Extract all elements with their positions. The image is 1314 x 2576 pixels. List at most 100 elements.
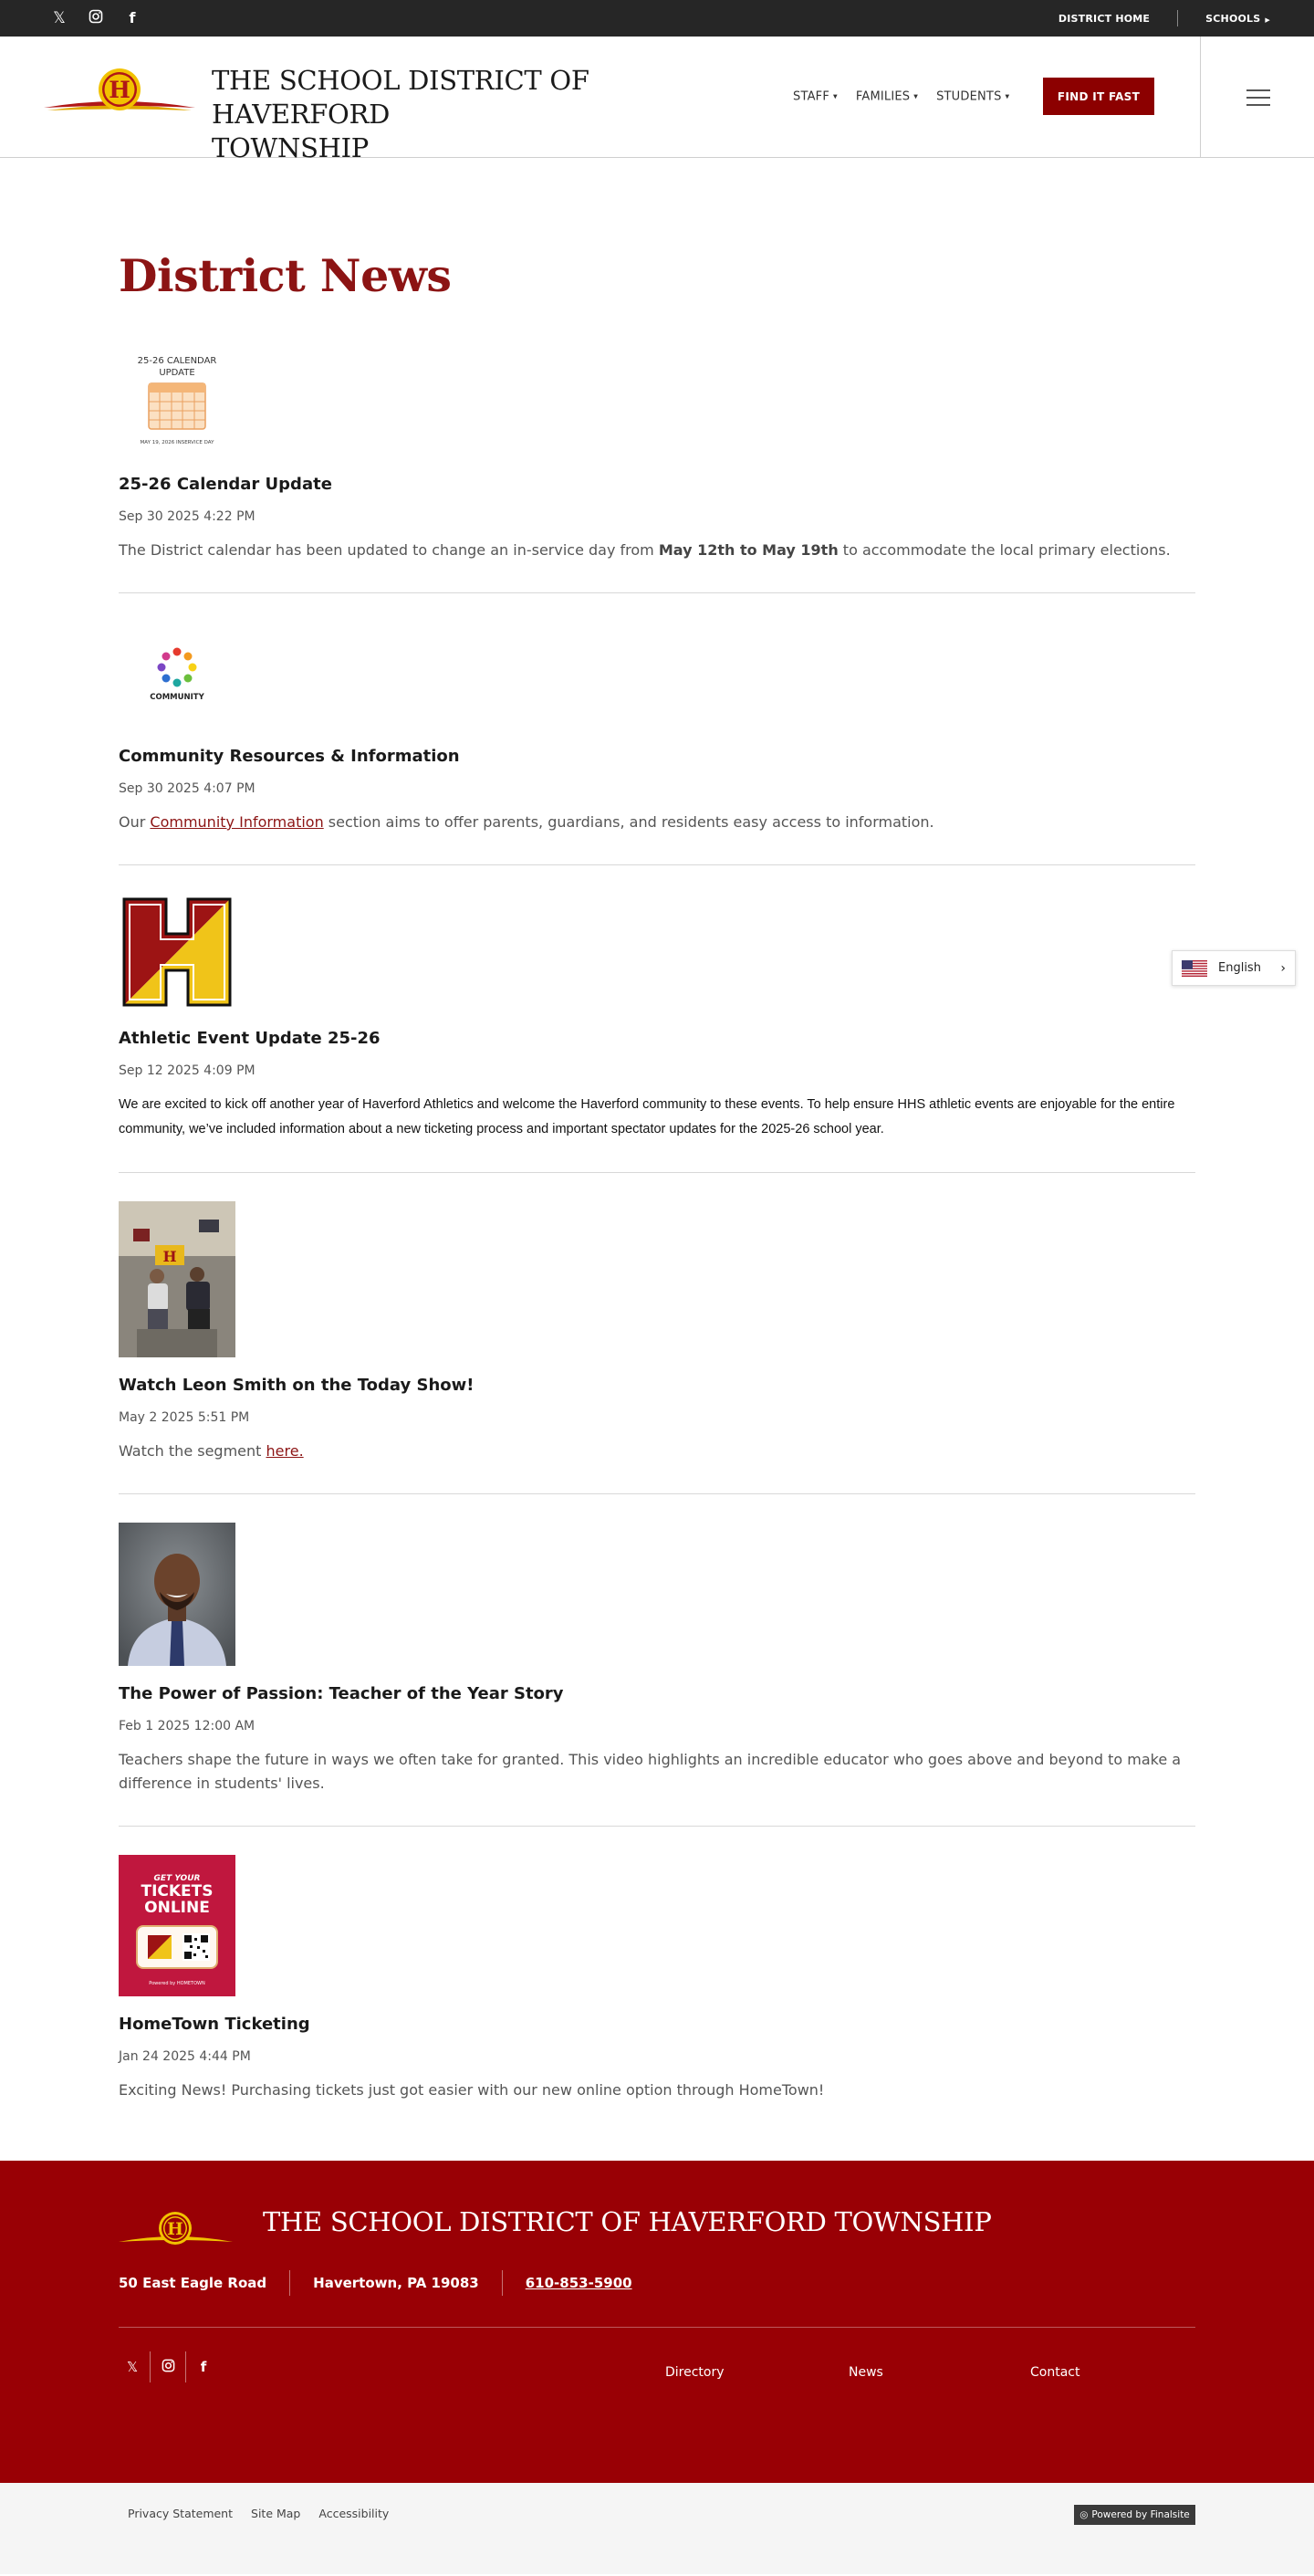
summary-text: The District calendar has been updated t… bbox=[119, 541, 659, 559]
schools-label: SCHOOLS bbox=[1205, 12, 1261, 25]
accessibility-link[interactable]: Accessibility bbox=[318, 2507, 389, 2520]
footer-school-name: THE SCHOOL DISTRICT OF HAVERFORD TOWNSHI… bbox=[263, 2206, 992, 2237]
instagram-icon[interactable] bbox=[154, 2359, 182, 2376]
community-information-link[interactable]: Community Information bbox=[150, 813, 323, 831]
teacher-portrait-photo[interactable] bbox=[119, 1523, 235, 1666]
street-address: 50 East Eagle Road bbox=[119, 2275, 267, 2291]
footer-logo[interactable]: H bbox=[119, 2208, 233, 2252]
x-twitter-icon[interactable]: 𝕏 bbox=[51, 10, 68, 26]
news-summary: Exciting News! Purchasing tickets just g… bbox=[119, 2081, 825, 2099]
news-title[interactable]: Athletic Event Update 25-26 bbox=[119, 1029, 1195, 1048]
instagram-icon[interactable] bbox=[88, 9, 104, 27]
school-name-line1: THE SCHOOL DISTRICT OF HAVERFORD bbox=[212, 65, 589, 130]
news-title[interactable]: Watch Leon Smith on the Today Show! bbox=[119, 1376, 1195, 1395]
thumb-line3: ONLINE bbox=[144, 1899, 210, 1917]
caret-down-icon: ▼ bbox=[1005, 93, 1010, 100]
main-content: District News 25-26 CALENDAR UPDATE MAY … bbox=[0, 249, 1314, 2132]
site-map-link[interactable]: Site Map bbox=[251, 2507, 300, 2520]
utility-bar: 𝕏 f DISTRICT HOME SCHOOLS ▶ bbox=[0, 0, 1314, 37]
site-header: H THE SCHOOL DISTRICT OF HAVERFORD TOWNS… bbox=[0, 37, 1314, 163]
phone-link[interactable]: 610-853-5900 bbox=[526, 2275, 632, 2291]
news-item: COMMUNITY Community Resources & Informat… bbox=[119, 622, 1195, 865]
community-thumbnail[interactable]: COMMUNITY bbox=[119, 622, 235, 728]
x-twitter-icon[interactable]: 𝕏 bbox=[119, 2359, 146, 2375]
news-list: 25-26 CALENDAR UPDATE MAY 19, 2026 INSER… bbox=[119, 350, 1195, 2132]
news-title[interactable]: The Power of Passion: Teacher of the Yea… bbox=[119, 1684, 1195, 1703]
news-item: The Power of Passion: Teacher of the Yea… bbox=[119, 1523, 1195, 1827]
footer-address: 50 East Eagle Road Havertown, PA 19083 6… bbox=[119, 2270, 632, 2296]
today-show-photo[interactable]: H bbox=[119, 1201, 235, 1357]
powered-by-finalsite-badge[interactable]: ◎ Powered by Finalsite bbox=[1074, 2505, 1195, 2525]
page-title: District News bbox=[119, 249, 452, 302]
district-home-link[interactable]: DISTRICT HOME bbox=[1058, 13, 1150, 25]
svg-text:H: H bbox=[109, 77, 130, 103]
news-summary: The District calendar has been updated t… bbox=[119, 539, 1195, 562]
svg-text:H: H bbox=[167, 2219, 183, 2239]
facebook-icon[interactable]: f bbox=[124, 11, 141, 26]
caret-down-icon: ▶ bbox=[1265, 16, 1270, 24]
finalsite-icon: ◎ bbox=[1079, 2509, 1089, 2520]
summary-text: section aims to offer parents, guardians… bbox=[323, 813, 934, 831]
thumb-line2: UPDATE bbox=[159, 368, 194, 378]
news-item: Athletic Event Update 25-26 Sep 12 2025 … bbox=[119, 894, 1195, 1173]
summary-text: to accommodate the local primary electio… bbox=[838, 541, 1171, 559]
news-date: Feb 1 2025 12:00 AM bbox=[119, 1719, 256, 1733]
us-flag-icon bbox=[1182, 959, 1207, 977]
thumb-caption: MAY 19, 2026 INSERVICE DAY bbox=[141, 440, 215, 445]
caret-down-icon: ▼ bbox=[833, 93, 838, 100]
main-nav: STAFF ▼ FAMILIES ▼ STUDENTS ▼ bbox=[793, 90, 1009, 104]
schools-dropdown[interactable]: SCHOOLS ▶ bbox=[1205, 13, 1270, 25]
news-summary: We are excited to kick off another year … bbox=[119, 1097, 1175, 1136]
divider bbox=[185, 2351, 186, 2382]
city-state-zip: Havertown, PA 19083 bbox=[313, 2275, 479, 2291]
school-name[interactable]: THE SCHOOL DISTRICT OF HAVERFORD TOWNSHI… bbox=[212, 64, 759, 165]
news-title[interactable]: Community Resources & Information bbox=[119, 747, 1195, 766]
watch-segment-link[interactable]: here. bbox=[266, 1442, 304, 1460]
utility-links: DISTRICT HOME SCHOOLS ▶ bbox=[1058, 10, 1270, 26]
caret-down-icon: ▼ bbox=[913, 93, 919, 100]
summary-text: Our bbox=[119, 813, 151, 831]
news-item: 25-26 CALENDAR UPDATE MAY 19, 2026 INSER… bbox=[119, 350, 1195, 593]
school-name-line2: TOWNSHIP bbox=[212, 132, 370, 163]
footer-link-contact[interactable]: Contact bbox=[1030, 2365, 1079, 2380]
privacy-statement-link[interactable]: Privacy Statement bbox=[128, 2507, 233, 2520]
tickets-thumbnail[interactable]: GET YOUR TICKETS ONLINE Powered by HOMET… bbox=[119, 1855, 235, 1996]
nav-families-label: FAMILIES bbox=[855, 89, 911, 104]
divider bbox=[289, 2270, 291, 2296]
district-logo[interactable]: H bbox=[44, 68, 195, 124]
powered-label: Powered by Finalsite bbox=[1091, 2509, 1190, 2520]
calendar-thumbnail[interactable]: 25-26 CALENDAR UPDATE MAY 19, 2026 INSER… bbox=[119, 350, 235, 456]
news-date: Jan 24 2025 4:44 PM bbox=[119, 2049, 251, 2064]
language-selector[interactable]: English › bbox=[1172, 950, 1296, 986]
site-footer: H THE SCHOOL DISTRICT OF HAVERFORD TOWNS… bbox=[0, 2161, 1314, 2483]
language-label: English bbox=[1218, 961, 1261, 975]
header-divider bbox=[1200, 37, 1201, 158]
chevron-right-icon: › bbox=[1280, 960, 1286, 976]
menu-icon[interactable] bbox=[1246, 89, 1270, 106]
news-item: H Watch Leon Smith on the Today Show! Ma… bbox=[119, 1201, 1195, 1494]
footer-link-news[interactable]: News bbox=[849, 2365, 883, 2380]
divider bbox=[501, 2270, 503, 2296]
news-date: May 2 2025 5:51 PM bbox=[119, 1410, 250, 1425]
social-links: 𝕏 f bbox=[51, 9, 141, 27]
news-title[interactable]: 25-26 Calendar Update bbox=[119, 475, 1195, 494]
nav-staff[interactable]: STAFF ▼ bbox=[793, 90, 838, 104]
summary-bold: May 12th to May 19th bbox=[658, 541, 839, 559]
nav-staff-label: STAFF bbox=[793, 89, 830, 104]
news-summary: Our Community Information section aims t… bbox=[119, 811, 1195, 834]
footer-social-links: 𝕏 f bbox=[119, 2351, 217, 2382]
news-summary: Watch the segment here. bbox=[119, 1440, 1195, 1463]
footer-divider bbox=[119, 2327, 1195, 2328]
svg-text:H: H bbox=[162, 1248, 176, 1265]
facebook-icon[interactable]: f bbox=[190, 2359, 217, 2375]
nav-families[interactable]: FAMILIES ▼ bbox=[856, 90, 918, 104]
divider bbox=[1177, 10, 1179, 26]
thumb-label: COMMUNITY bbox=[150, 693, 204, 702]
find-it-fast-button[interactable]: FIND IT FAST bbox=[1043, 78, 1154, 115]
footer-link-directory[interactable]: Directory bbox=[665, 2365, 725, 2380]
news-date: Sep 12 2025 4:09 PM bbox=[119, 1063, 256, 1078]
nav-students[interactable]: STUDENTS ▼ bbox=[936, 90, 1009, 104]
news-title[interactable]: HomeTown Ticketing bbox=[119, 2015, 1195, 2034]
summary-text: Watch the segment bbox=[119, 1442, 266, 1460]
athletics-h-thumbnail[interactable] bbox=[119, 894, 235, 1011]
